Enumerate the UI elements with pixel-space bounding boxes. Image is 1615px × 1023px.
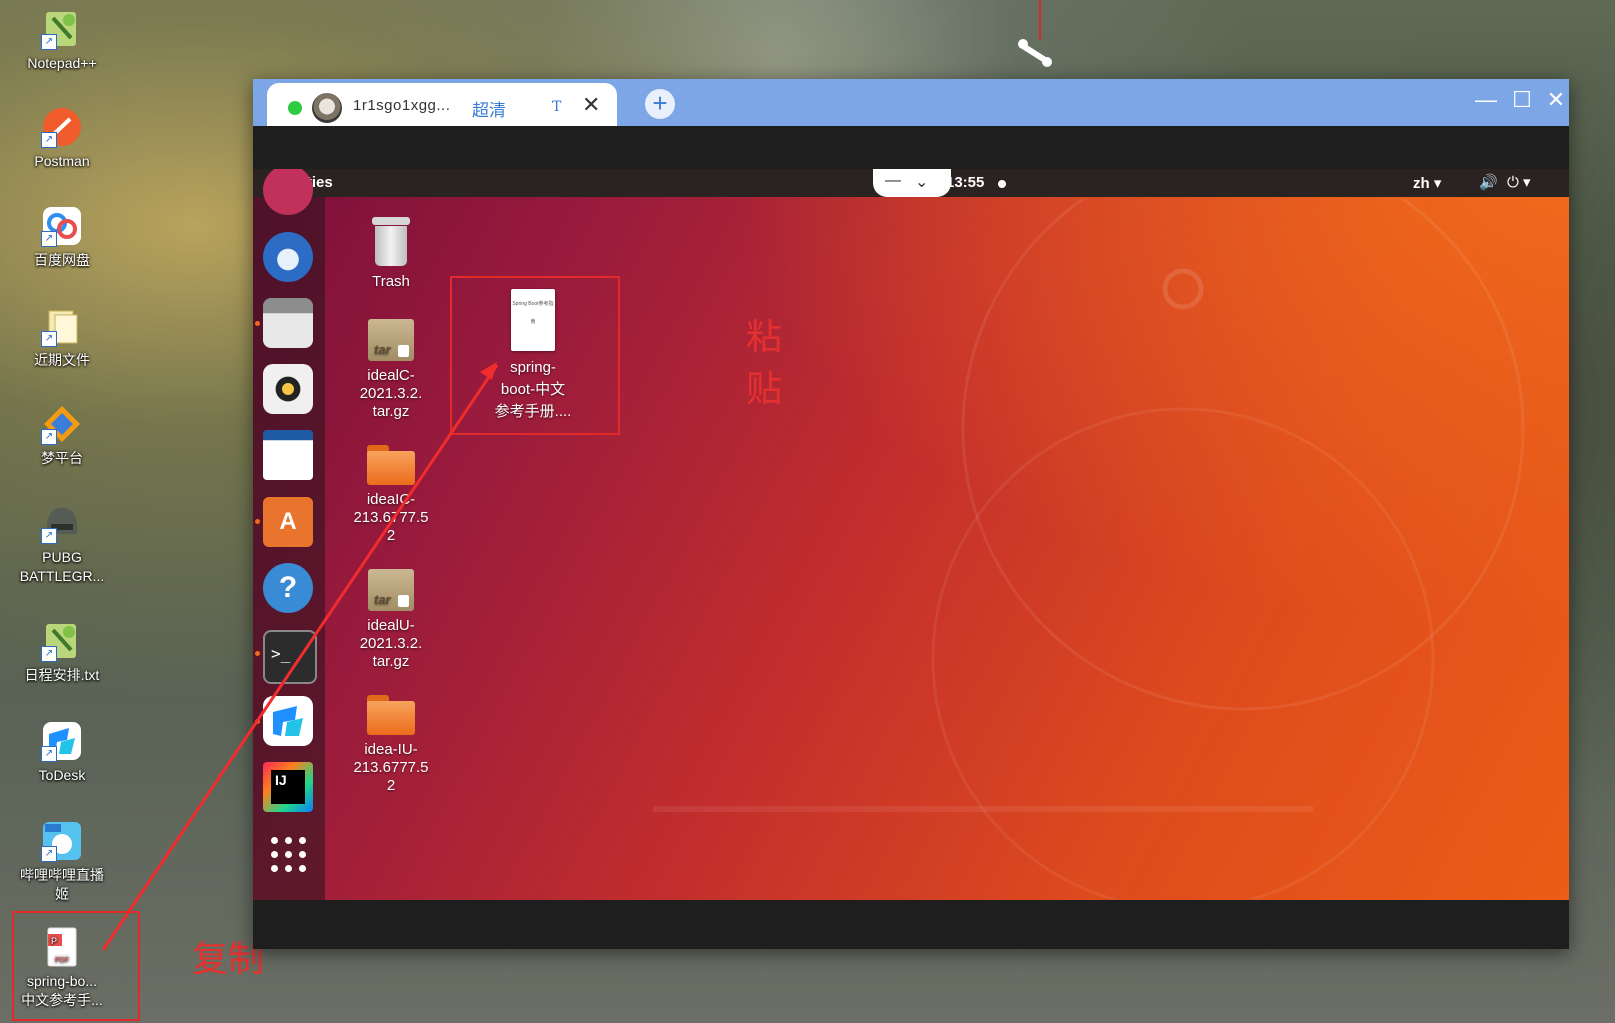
desktop-icon-label: 日程安排.txt xyxy=(24,667,100,683)
thunderbird-icon[interactable] xyxy=(263,232,313,282)
file-label: Trash xyxy=(372,273,410,290)
recent-files-icon: ↗ xyxy=(41,305,83,347)
ideaIC-tar-desktop-icon[interactable]: tar idealC- 2021.3.2. tar.gz xyxy=(345,319,437,421)
gnome-top-bar: Activities — ⌄ 13:55 zh ▾ 🔊 ⏻ ▾ xyxy=(253,169,1569,197)
file-label: ideaIC- 213.6777.5 2 xyxy=(353,491,429,544)
desktop-icon-notepadpp[interactable]: ↗ Notepad++ xyxy=(8,8,116,73)
libreoffice-writer-icon[interactable] xyxy=(263,430,313,480)
input-language-menu[interactable]: zh ▾ xyxy=(1413,174,1441,192)
paste-annotation: 粘贴 xyxy=(746,317,783,410)
text-file-icon: ↗ xyxy=(41,620,83,662)
file-label: idealU- 2021.3.2. tar.gz xyxy=(359,617,423,670)
desktop-icon-todesk[interactable]: ↗ ToDesk xyxy=(8,720,116,785)
connection-status-dot xyxy=(288,101,302,115)
paste-highlight-box: 粘贴 xyxy=(450,276,782,435)
new-tab-button[interactable]: + xyxy=(645,89,675,119)
bilibili-live-icon: ↗ xyxy=(41,820,83,862)
quality-selector[interactable]: 超清 xyxy=(472,96,506,121)
desktop-icon-pubg[interactable]: ↗ PUBG BATTLEGR... xyxy=(8,502,116,586)
files-icon[interactable] xyxy=(263,298,313,348)
chevron-down-icon[interactable]: ⌄ xyxy=(915,172,928,192)
avatar xyxy=(312,93,342,123)
todesk-icon: ↗ xyxy=(41,720,83,762)
desktop-icon-label: 哔哩哔哩直播 姬 xyxy=(20,867,104,902)
desktop-icon-bilibili-live[interactable]: ↗ 哔哩哔哩直播 姬 xyxy=(8,820,116,904)
archive-icon: tar xyxy=(368,569,414,611)
tab-title: 1r1sgo1xgg... xyxy=(353,97,451,114)
toolbar-minimize-icon[interactable]: — xyxy=(885,172,901,190)
remote-toolbar-pulltab[interactable]: — ⌄ xyxy=(873,169,951,197)
volume-icon[interactable]: 🔊 xyxy=(1479,173,1498,191)
meng-platform-icon: ↗ xyxy=(41,403,83,445)
text-mode-icon[interactable]: T xyxy=(552,99,561,115)
desktop-icon-label: 百度网盘 xyxy=(34,252,90,268)
pubg-helmet-icon: ↗ xyxy=(41,502,83,544)
help-icon[interactable]: ? xyxy=(263,563,313,613)
maximize-button[interactable]: ☐ xyxy=(1507,87,1537,113)
show-applications-icon[interactable] xyxy=(271,837,307,873)
power-menu-icon[interactable]: ⏻ ▾ xyxy=(1507,173,1531,191)
running-indicator xyxy=(255,519,260,524)
desktop-icon-label: ToDesk xyxy=(38,767,86,783)
ideaIU-folder-desktop-icon[interactable]: idea-IU- 213.6777.5 2 xyxy=(345,695,437,795)
copy-selection-box xyxy=(12,911,140,1021)
ubuntu-dock: A ? >_ IJ xyxy=(253,169,325,900)
rhythmbox-icon[interactable] xyxy=(263,364,313,414)
window-titlebar: 1r1sgo1xgg... 超清 T ✕ + — ☐ ✕ xyxy=(253,79,1569,126)
ideaIU-tar-desktop-icon[interactable]: tar idealU- 2021.3.2. tar.gz xyxy=(345,569,437,671)
window-bottom-strip xyxy=(253,900,1569,949)
folder-icon xyxy=(367,445,415,485)
desktop-icon-schedule-txt[interactable]: ↗ 日程安排.txt xyxy=(8,620,116,685)
desktop-icon-meng-platform[interactable]: ↗ 梦平台 xyxy=(8,403,116,468)
wallpaper-decoration xyxy=(653,199,1525,899)
ideaIC-folder-desktop-icon[interactable]: ideaIC- 213.6777.5 2 xyxy=(345,445,437,545)
running-indicator xyxy=(255,321,260,326)
todesk-dock-icon[interactable] xyxy=(263,696,313,746)
baidu-netdisk-icon: ↗ xyxy=(41,205,83,247)
remote-session-tab[interactable]: 1r1sgo1xgg... 超清 T ✕ xyxy=(267,83,617,126)
archive-icon: tar xyxy=(368,319,414,361)
tab-close-button[interactable]: ✕ xyxy=(582,92,600,118)
intellij-idea-icon[interactable]: IJ xyxy=(263,762,313,812)
desktop-icon-label: 梦平台 xyxy=(41,450,83,466)
trash-icon xyxy=(372,217,410,267)
desktop-icon-label: 近期文件 xyxy=(34,352,90,368)
desktop-icon-recent-files[interactable]: ↗ 近期文件 xyxy=(8,305,116,370)
running-indicator xyxy=(255,719,260,724)
desktop-icon-baidu-netdisk[interactable]: ↗ 百度网盘 xyxy=(8,205,116,270)
desktop-icon-postman[interactable]: ↗ Postman xyxy=(8,106,116,171)
running-indicator xyxy=(255,651,260,656)
terminal-icon[interactable]: >_ xyxy=(263,630,317,684)
file-label: idealC- 2021.3.2. tar.gz xyxy=(359,367,423,420)
ubuntu-software-icon[interactable]: A xyxy=(263,497,313,547)
trash-desktop-icon[interactable]: Trash xyxy=(345,217,437,291)
desktop-icon-label: Notepad++ xyxy=(27,55,97,71)
minimize-button[interactable]: — xyxy=(1471,87,1501,113)
bone-ornament-icon xyxy=(1018,0,1052,67)
desktop-icon-label: Postman xyxy=(34,153,90,169)
close-window-button[interactable]: ✕ xyxy=(1541,87,1571,113)
folder-icon xyxy=(367,695,415,735)
file-label: idea-IU- 213.6777.5 2 xyxy=(353,741,429,794)
ubuntu-desktop: Activities — ⌄ 13:55 zh ▾ 🔊 ⏻ ▾ A ? >_ xyxy=(253,169,1569,900)
notepadpp-icon: ↗ xyxy=(41,8,83,50)
clock[interactable]: 13:55 xyxy=(946,174,984,191)
notification-dot xyxy=(998,180,1006,188)
postman-icon: ↗ xyxy=(41,106,83,148)
desktop-icon-label: PUBG BATTLEGR... xyxy=(19,549,105,584)
dock-app-partial[interactable] xyxy=(263,169,313,215)
remote-desktop-window: 1r1sgo1xgg... 超清 T ✕ + — ☐ ✕ Activities … xyxy=(253,79,1569,949)
